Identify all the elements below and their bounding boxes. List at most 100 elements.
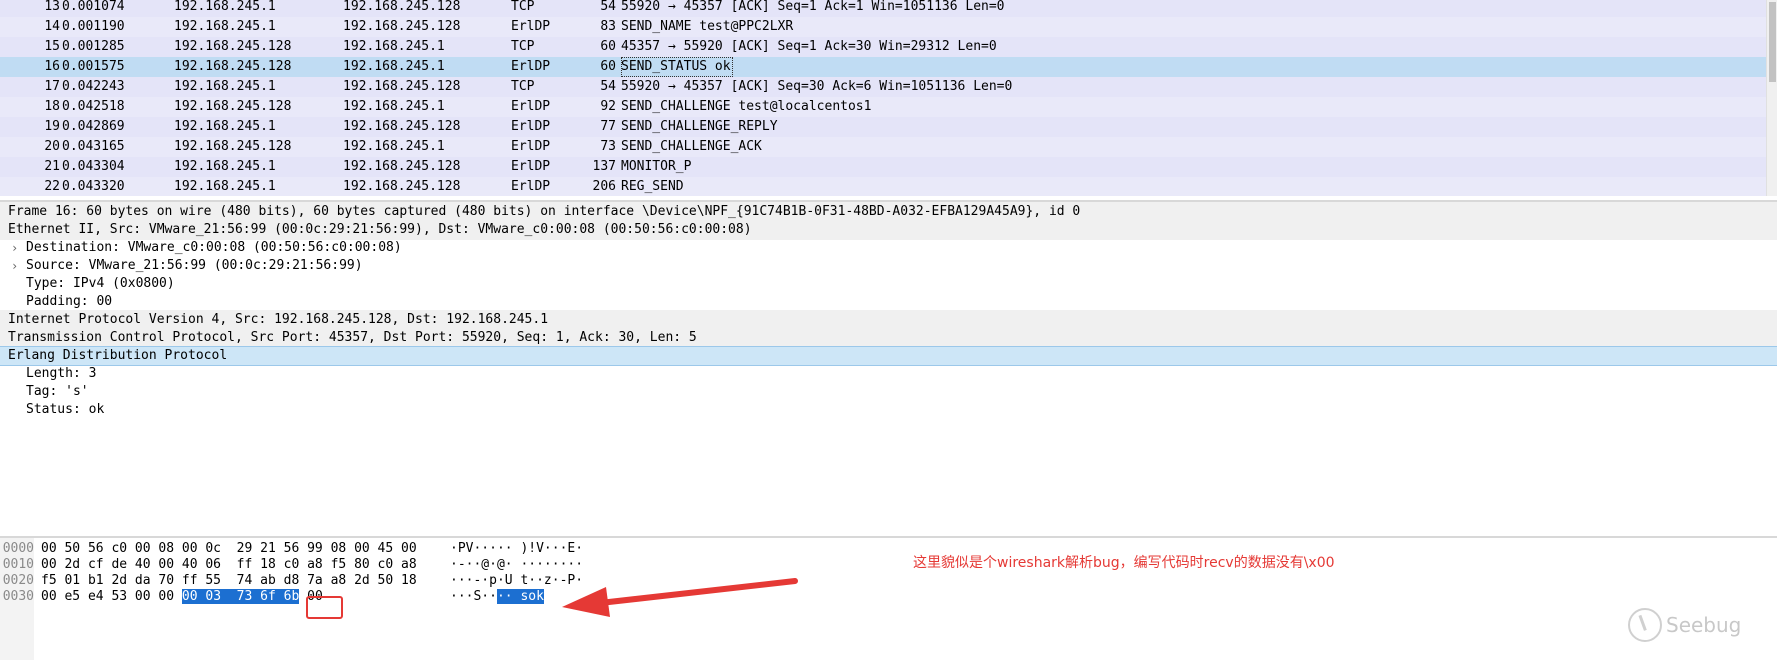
packet-src-cell: 192.168.245.128: [174, 139, 292, 154]
packet-no-cell: 13: [44, 0, 60, 14]
packet-no-cell: 16: [44, 59, 60, 74]
packet-info-cell: SEND_STATUS ok: [621, 57, 733, 77]
packet-proto-cell: ErlDP: [511, 139, 551, 154]
packet-info-cell: 45357 → 55920 [ACK] Seq=1 Ack=30 Win=293…: [621, 39, 997, 54]
packet-len-cell: 60: [600, 59, 616, 74]
packet-row[interactable]: 19 0.042869 192.168.245.1 192.168.245.128 Er…: [0, 117, 1777, 137]
tree-item-label: Destination: VMware_c0:00:08 (00:50:56:c…: [26, 240, 402, 255]
packet-no-cell: 18: [44, 99, 60, 114]
packet-len-cell: 83: [600, 19, 616, 34]
tree-item[interactable]: Tag: 's': [0, 382, 1777, 402]
packet-proto-cell: ErlDP: [511, 59, 551, 74]
tree-item-label: Erlang Distribution Protocol: [8, 348, 228, 363]
packet-src-cell: 192.168.245.1: [174, 179, 276, 194]
tree-item-label: Tag: 's': [26, 384, 89, 399]
hex-bytes[interactable]: 00 e5 e4 53 00 00 00 03 73 6f 6b 00: [41, 588, 323, 606]
packet-info-cell: MONITOR_P: [621, 159, 692, 174]
packet-info-cell: SEND_CHALLENGE test@localcentos1: [621, 99, 872, 114]
packet-row[interactable]: 21 0.043304 192.168.245.1 192.168.245.128 Er…: [0, 157, 1777, 177]
packet-time-cell: 0.001074: [62, 0, 125, 14]
tree-item[interactable]: Length: 3: [0, 364, 1777, 384]
packet-proto-cell: TCP: [511, 79, 535, 94]
packet-dst-cell: 192.168.245.128: [343, 0, 461, 14]
packet-dst-cell: 192.168.245.128: [343, 19, 461, 34]
packet-dst-cell: 192.168.245.128: [343, 159, 461, 174]
packet-no-cell: 22: [44, 179, 60, 194]
packet-list: 13 0.001074 192.168.245.1 192.168.245.128 TC…: [0, 0, 1777, 196]
packet-len-cell: 54: [600, 79, 616, 94]
ascii-segment: ···S··: [450, 589, 497, 604]
tree-item[interactable]: Transmission Control Protocol, Src Port:…: [0, 328, 1777, 348]
watermark-text: Seebug: [1666, 613, 1742, 637]
seebug-logo-icon: [1628, 608, 1662, 642]
packet-proto-cell: ErlDP: [511, 179, 551, 194]
packet-len-cell: 77: [600, 119, 616, 134]
tree-item[interactable]: Ethernet II, Src: VMware_21:56:99 (00:0c…: [0, 220, 1777, 240]
packet-info-cell: SEND_NAME test@PPC2LXR: [621, 19, 794, 34]
packet-proto-cell: TCP: [511, 0, 535, 14]
packet-len-cell: 73: [600, 139, 616, 154]
packet-src-cell: 192.168.245.128: [174, 99, 292, 114]
packet-no-cell: 20: [44, 139, 60, 154]
packet-src-cell: 192.168.245.1: [174, 159, 276, 174]
tree-item[interactable]: Padding: 00: [0, 292, 1777, 312]
tree-item[interactable]: › Destination: VMware_c0:00:08 (00:50:56:…: [0, 238, 1777, 258]
packet-proto-cell: TCP: [511, 39, 535, 54]
hex-offset: 0030: [2, 589, 34, 604]
packet-src-cell: 192.168.245.128: [174, 39, 292, 54]
packet-len-cell: 60: [600, 39, 616, 54]
tree-item[interactable]: Frame 16: 60 bytes on wire (480 bits), 6…: [0, 202, 1777, 222]
packet-len-cell: 137: [592, 159, 616, 174]
packet-info-cell: SEND_CHALLENGE_ACK: [621, 139, 762, 154]
packet-no-cell: 21: [44, 159, 60, 174]
hex-bytes-segment: 00 e5 e4 53 00 00: [41, 589, 182, 604]
expand-chevron-icon[interactable]: ›: [11, 238, 18, 258]
packet-dst-cell: 192.168.245.1: [343, 139, 445, 154]
tree-item[interactable]: Internet Protocol Version 4, Src: 192.16…: [0, 310, 1777, 330]
packet-proto-cell: ErlDP: [511, 119, 551, 134]
packet-dst-cell: 192.168.245.1: [343, 39, 445, 54]
packet-row[interactable]: 20 0.043165 192.168.245.128 192.168.245.1 Er…: [0, 137, 1777, 157]
packet-time-cell: 0.042869: [62, 119, 125, 134]
packet-time-cell: 0.042243: [62, 79, 125, 94]
packet-row[interactable]: 13 0.001074 192.168.245.1 192.168.245.128 TC…: [0, 0, 1777, 17]
hex-ascii[interactable]: ···S···· sok: [450, 588, 544, 606]
tree-item-label: Status: ok: [26, 402, 105, 417]
tree-item-label: Internet Protocol Version 4, Src: 192.16…: [8, 312, 549, 327]
packet-list-scrollbar[interactable]: [1766, 0, 1777, 196]
tree-item[interactable]: Erlang Distribution Protocol: [0, 346, 1777, 366]
annotation-arrow-icon: [562, 578, 798, 617]
tree-item[interactable]: Status: ok: [0, 400, 1777, 420]
packet-proto-cell: ErlDP: [511, 19, 551, 34]
packet-src-cell: 192.168.245.128: [174, 59, 292, 74]
packet-no-cell: 15: [44, 39, 60, 54]
packet-info-cell: REG_SEND: [621, 179, 684, 194]
packet-time-cell: 0.043304: [62, 159, 125, 174]
packet-bytes-pane: 0000 00 50 56 c0 00 08 00 0c 29 21 56 99 …: [0, 536, 1777, 660]
packet-dst-cell: 192.168.245.128: [343, 179, 461, 194]
packet-info-cell: SEND_CHALLENGE_REPLY: [621, 119, 778, 134]
expand-chevron-icon[interactable]: ›: [11, 256, 18, 276]
packet-time-cell: 0.042518: [62, 99, 125, 114]
packet-row[interactable]: 18 0.042518 192.168.245.128 192.168.245.1 Er…: [0, 97, 1777, 117]
packet-row[interactable]: 14 0.001190 192.168.245.1 192.168.245.128 Er…: [0, 17, 1777, 37]
tree-item-label: Ethernet II, Src: VMware_21:56:99 (00:0c…: [8, 222, 752, 237]
tree-item[interactable]: Type: IPv4 (0x0800): [0, 274, 1777, 294]
packet-dst-cell: 192.168.245.1: [343, 99, 445, 114]
packet-row[interactable]: 16 0.001575 192.168.245.128 192.168.245.1 Er…: [0, 57, 1777, 77]
scrollbar-thumb[interactable]: [1769, 2, 1776, 82]
packet-src-cell: 192.168.245.1: [174, 79, 276, 94]
packet-row[interactable]: 22 0.043320 192.168.245.1 192.168.245.128 Er…: [0, 177, 1777, 196]
packet-time-cell: 0.043165: [62, 139, 125, 154]
packet-row[interactable]: 17 0.042243 192.168.245.1 192.168.245.128 TC…: [0, 77, 1777, 97]
tree-item[interactable]: › Source: VMware_21:56:99 (00:0c:29:21:56…: [0, 256, 1777, 276]
packet-no-cell: 17: [44, 79, 60, 94]
packet-dst-cell: 192.168.245.128: [343, 119, 461, 134]
packet-proto-cell: ErlDP: [511, 159, 551, 174]
tree-item-label: Padding: 00: [26, 294, 113, 309]
packet-details-tree: Frame 16: 60 bytes on wire (480 bits), 6…: [0, 200, 1777, 534]
packet-no-cell: 19: [44, 119, 60, 134]
packet-len-cell: 54: [600, 0, 616, 14]
packet-info-cell: 55920 → 45357 [ACK] Seq=1 Ack=1 Win=1051…: [621, 0, 1005, 14]
packet-row[interactable]: 15 0.001285 192.168.245.128 192.168.245.1 TC…: [0, 37, 1777, 57]
